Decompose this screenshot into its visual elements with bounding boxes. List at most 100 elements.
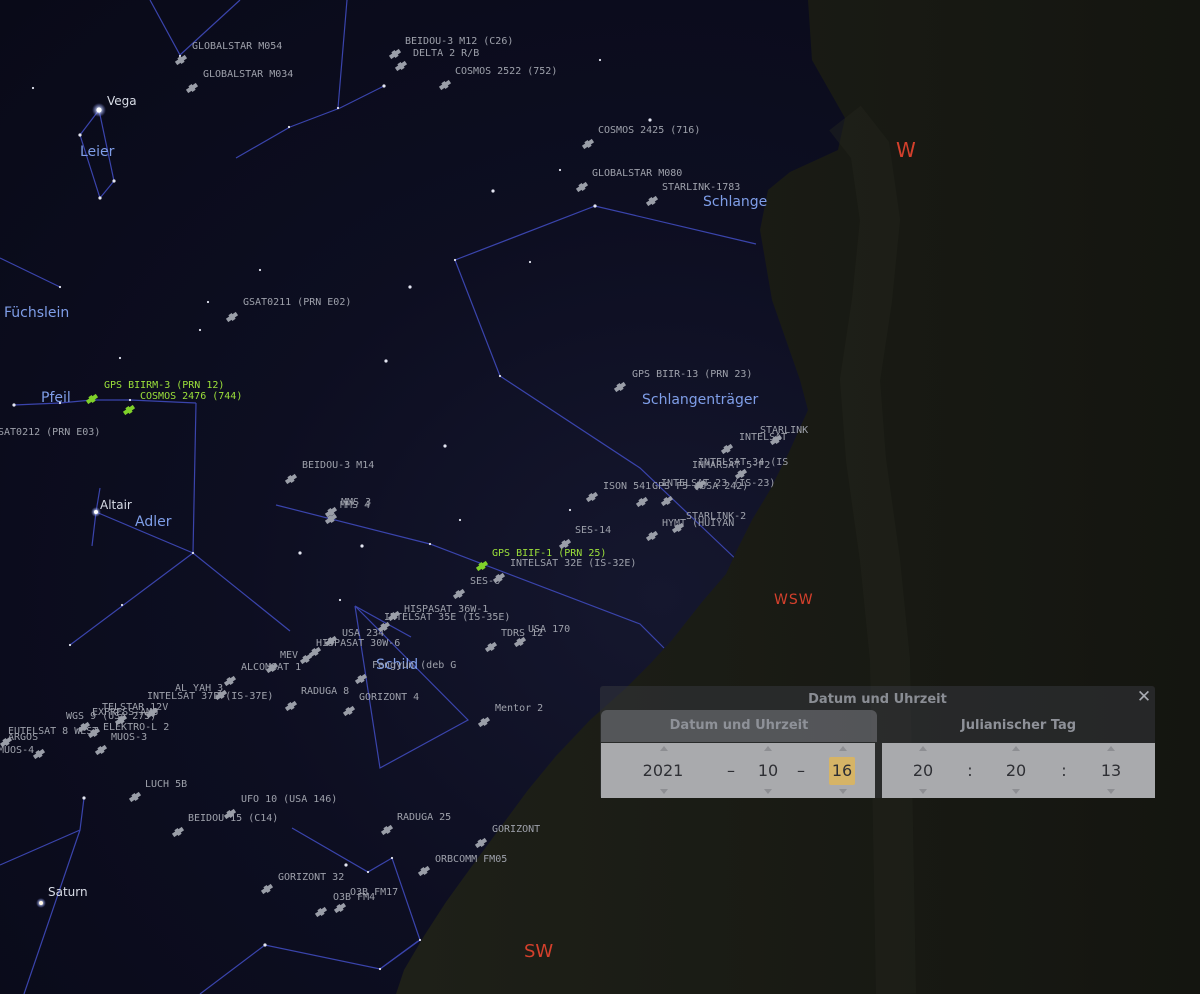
satellite-label: GPS BIIR-13 (PRN 23) (632, 369, 752, 380)
satellite-label: WGS 9 (USA 275) (66, 711, 156, 722)
satellite-icon[interactable] (438, 79, 452, 92)
satellite-icon[interactable] (94, 744, 108, 757)
month-up-arrow-icon[interactable] (764, 746, 772, 751)
hour-down-arrow-icon[interactable] (919, 789, 927, 794)
star (559, 169, 561, 171)
star (337, 107, 339, 109)
satellite-icon[interactable] (260, 883, 274, 896)
satellite-icon[interactable] (484, 641, 498, 654)
satellite-label: ORBCOMM FM05 (435, 854, 507, 865)
satellite-label: Mentor 2 (495, 703, 543, 714)
day-field[interactable]: 16 (829, 757, 855, 785)
star-label-altair: Altair (100, 498, 132, 512)
star (499, 375, 501, 377)
second-down-arrow-icon[interactable] (1107, 789, 1115, 794)
satellite-label: STARLINK (760, 425, 808, 436)
second-field[interactable]: 13 (1096, 757, 1126, 785)
satellite-icon[interactable] (635, 496, 649, 509)
satellite-icon[interactable] (284, 473, 298, 486)
satellite-icon[interactable] (394, 60, 408, 73)
satellite-icon[interactable] (645, 195, 659, 208)
second-up-arrow-icon[interactable] (1107, 746, 1115, 751)
star (121, 604, 123, 606)
star (288, 126, 290, 128)
star (298, 551, 301, 554)
hour-up-arrow-icon[interactable] (919, 746, 927, 751)
satellite-icon[interactable] (314, 906, 328, 919)
star (491, 189, 494, 192)
satellite-icon[interactable] (185, 82, 199, 95)
satellite-label: ALCOMSAT 1 (241, 662, 301, 673)
close-icon[interactable]: ✕ (1136, 689, 1152, 705)
satellite-icon[interactable] (452, 588, 466, 601)
satellite-label: SAT0212 (PRN E03) (0, 427, 100, 438)
month-field[interactable]: 10 (753, 757, 783, 785)
star (379, 968, 381, 970)
satellite-icon[interactable] (342, 705, 356, 718)
satellite-icon[interactable] (85, 393, 99, 406)
satellite-icon[interactable] (581, 138, 595, 151)
satellite-label: MUOS-4 (0, 745, 34, 756)
satellite-icon[interactable] (575, 181, 589, 194)
sky-view[interactable]: W WSW SW Leier Füchslein Pfeil Adler Sch… (0, 0, 1200, 994)
satellite-icon[interactable] (128, 791, 142, 804)
date-time-dialog[interactable]: Datum und Uhrzeit ✕ Datum und Uhrzeit Ju… (600, 686, 1155, 798)
minute-field[interactable]: 20 (1001, 757, 1031, 785)
constellation-line (236, 86, 384, 158)
tab-date-time[interactable]: Datum und Uhrzeit (601, 710, 877, 742)
day-up-arrow-icon[interactable] (839, 746, 847, 751)
sky-canvas[interactable] (0, 0, 1200, 994)
star (207, 301, 209, 303)
star (367, 871, 369, 873)
star (569, 509, 571, 511)
satellite-label: COSMOS 2425 (716) (598, 125, 700, 136)
satellite-icon[interactable] (171, 826, 185, 839)
tab-julian-day[interactable]: Julianischer Tag (882, 710, 1155, 742)
satellite-icon[interactable] (223, 675, 237, 688)
satellite-label: INTELSAT 37E (IS-37E) (147, 691, 273, 702)
satellite-label: GSAT0211 (PRN E02) (243, 297, 351, 308)
month-down-arrow-icon[interactable] (764, 789, 772, 794)
satellite-icon[interactable] (380, 824, 394, 837)
satellite-icon[interactable] (284, 700, 298, 713)
satellite-icon[interactable] (660, 495, 674, 508)
minute-up-arrow-icon[interactable] (1012, 746, 1020, 751)
day-down-arrow-icon[interactable] (839, 789, 847, 794)
year-field[interactable]: 2021 (637, 757, 689, 785)
satellite-icon[interactable] (32, 748, 46, 761)
star (32, 87, 34, 89)
satellite-label: RADUGA 25 (397, 812, 451, 823)
year-down-arrow-icon[interactable] (660, 789, 668, 794)
hour-field[interactable]: 20 (908, 757, 938, 785)
satellite-icon[interactable] (333, 902, 347, 915)
date-separator: – (793, 757, 809, 785)
satellite-icon[interactable] (417, 865, 431, 878)
time-separator: : (1056, 757, 1072, 785)
star (129, 399, 131, 401)
satellite-label: GORIZONT 4 (359, 692, 419, 703)
year-up-arrow-icon[interactable] (660, 746, 668, 751)
satellite-icon[interactable] (477, 716, 491, 729)
star (648, 118, 651, 121)
satellite-icon[interactable] (613, 381, 627, 394)
satellite-label: HISPASAT 30W-6 (316, 638, 400, 649)
constellation-line (338, 0, 347, 108)
satellite-label: GLOBALSTAR M054 (192, 41, 282, 52)
satellite-icon[interactable] (720, 443, 734, 456)
minute-down-arrow-icon[interactable] (1012, 789, 1020, 794)
satellite-icon[interactable] (645, 530, 659, 543)
star (69, 644, 71, 646)
satellite-icon[interactable] (225, 311, 239, 324)
star (344, 863, 347, 866)
star (529, 261, 531, 263)
satellite-icon[interactable] (388, 48, 402, 61)
horizon-ground (396, 0, 1200, 994)
satellite-icon[interactable] (122, 404, 136, 417)
date-separator: – (723, 757, 739, 785)
satellite-icon[interactable] (585, 491, 599, 504)
satellite-label: RADUGA 8 (301, 686, 349, 697)
star (82, 796, 85, 799)
constellation-leier: Leier (80, 144, 114, 160)
star (12, 403, 15, 406)
star (419, 939, 421, 941)
